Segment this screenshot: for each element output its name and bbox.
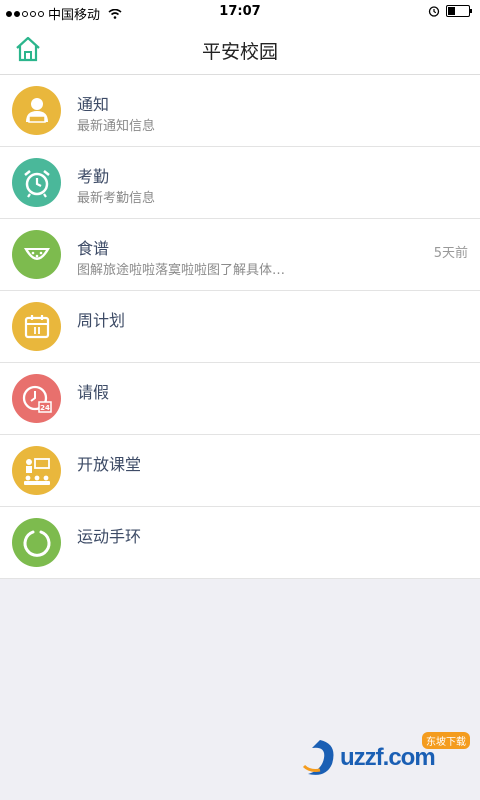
list-item-leave[interactable]: 24 请假	[0, 363, 480, 435]
status-bar: 中国移动 17:07	[0, 0, 480, 24]
list-item-recipe[interactable]: 食谱 图解旅途啦啦落寞啦啦图了解具体… 5天前	[0, 219, 480, 291]
list-item-attendance[interactable]: 考勤 最新考勤信息	[0, 147, 480, 219]
item-title: 食谱	[77, 239, 110, 258]
svg-text:24: 24	[40, 404, 50, 412]
status-time: 17:07	[219, 4, 261, 19]
item-title: 开放课堂	[77, 455, 142, 474]
item-title: 运动手环	[77, 527, 142, 546]
watermark-text: uzzf.com	[340, 744, 436, 771]
battery-icon	[446, 5, 472, 17]
status-right	[428, 5, 472, 17]
page-title: 平安校园	[201, 41, 278, 63]
watermark-badge: 东坡下载	[422, 732, 470, 749]
logo-swirl-icon	[302, 740, 334, 775]
list-item-weekly-plan[interactable]: 周计划	[0, 291, 480, 363]
item-title: 请假	[77, 383, 110, 402]
item-time: 5天前	[433, 246, 468, 261]
item-subtitle: 图解旅途啦啦落寞啦啦图了解具体…	[77, 263, 286, 278]
clock-24-icon: 24	[12, 374, 61, 423]
teacher-icon	[12, 86, 61, 135]
watermelon-icon	[12, 230, 61, 279]
item-title: 考勤	[77, 167, 110, 186]
band-icon	[12, 518, 61, 567]
item-title: 周计划	[77, 311, 126, 330]
item-title: 通知	[77, 95, 110, 114]
alarm-clock-icon	[12, 158, 61, 207]
list-item-fitness-band[interactable]: 运动手环	[0, 507, 480, 579]
classroom-icon	[12, 446, 61, 495]
list-item-notice[interactable]: 通知 最新通知信息	[0, 75, 480, 147]
item-subtitle: 最新考勤信息	[77, 191, 156, 206]
menu-list: 通知 最新通知信息 考勤 最新考勤信息 食谱 图解旅途啦啦落寞啦啦图了解具体… …	[0, 75, 480, 579]
alarm-icon	[428, 6, 440, 17]
list-item-open-class[interactable]: 开放课堂	[0, 435, 480, 507]
watermark-logo: uzzf.com 东坡下载	[300, 732, 470, 782]
calendar-icon	[12, 302, 61, 351]
item-subtitle: 最新通知信息	[77, 119, 156, 134]
nav-bar: 平安校园	[0, 24, 480, 75]
